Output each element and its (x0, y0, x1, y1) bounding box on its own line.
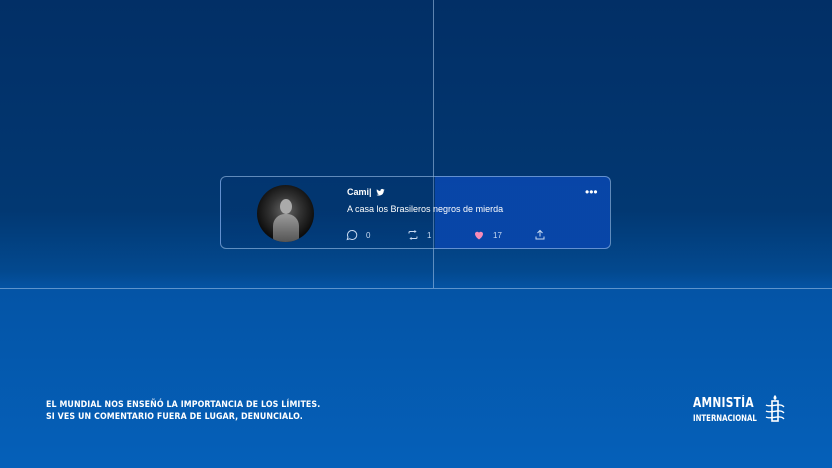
avatar-head (280, 199, 292, 214)
share-button[interactable] (534, 229, 546, 241)
like-count: 17 (493, 230, 502, 240)
tweet-card[interactable]: Cami| ••• A casa los Brasileros negros d… (220, 176, 611, 249)
more-options-icon[interactable]: ••• (585, 186, 598, 198)
reply-icon (346, 229, 358, 241)
field-line-horizontal (0, 288, 832, 289)
tweet-username[interactable]: Cami| (347, 187, 372, 197)
retweet-count: 1 (427, 230, 432, 240)
avatar-body (273, 214, 299, 242)
retweet-icon (408, 230, 418, 240)
footer-message: EL MUNDIAL NOS ENSEÑÓ LA IMPORTANCIA DE … (46, 399, 320, 423)
like-button[interactable]: 17 (473, 229, 502, 241)
reply-count: 0 (366, 230, 371, 240)
logo-word-amnistia: AMNISTÍA (693, 396, 754, 411)
twitter-bird-icon (375, 188, 385, 196)
share-icon (535, 229, 545, 240)
avatar[interactable] (257, 185, 314, 242)
tweet-text: A casa los Brasileros negros de mierda (347, 204, 504, 214)
logo-word-internacional: INTERNACIONAL (693, 414, 757, 424)
footer-line-2: SI VES UN COMENTARIO FUERA DE LUGAR, DEN… (46, 412, 303, 422)
candle-barbed-wire-icon (765, 395, 785, 422)
tweet-user[interactable]: Cami| (347, 187, 385, 197)
heart-icon (475, 231, 483, 240)
retweet-button[interactable]: 1 (407, 229, 431, 241)
footer-line-1: EL MUNDIAL NOS ENSEÑÓ LA IMPORTANCIA DE … (46, 400, 321, 410)
reply-button[interactable]: 0 (346, 229, 370, 241)
amnesty-logo: AMNISTÍA INTERNACIONAL (693, 393, 793, 429)
